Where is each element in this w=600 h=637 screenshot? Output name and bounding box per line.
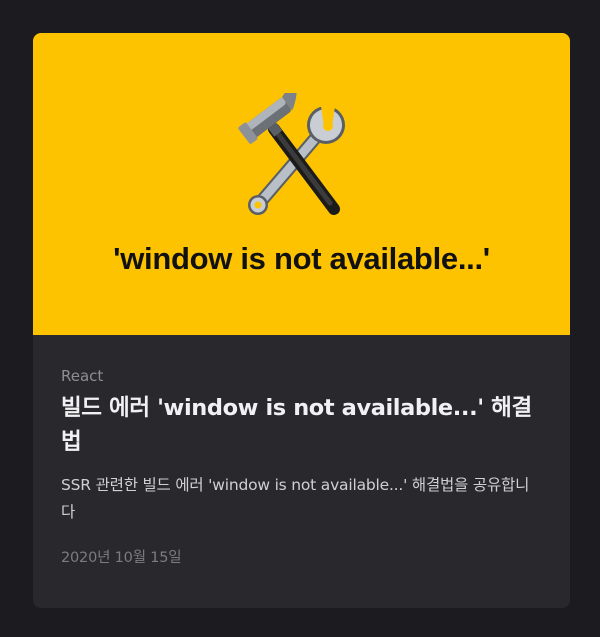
post-excerpt: SSR 관련한 빌드 에러 'window is not available..… bbox=[61, 476, 530, 521]
post-date: 2020년 10월 15일 bbox=[61, 550, 182, 566]
hammer-and-wrench-icon bbox=[238, 93, 345, 215]
post-title[interactable]: 빌드 에러 'window is not available...' 해결법 bbox=[61, 391, 541, 459]
post-body: React 빌드 에러 'window is not available...'… bbox=[61, 365, 541, 567]
post-category[interactable]: React bbox=[61, 365, 541, 387]
post-card[interactable]: 'window is not available...' React 빌드 에러… bbox=[33, 33, 570, 608]
post-thumbnail[interactable]: 'window is not available...' bbox=[33, 33, 570, 335]
thumbnail-title: 'window is not available...' bbox=[113, 241, 490, 276]
